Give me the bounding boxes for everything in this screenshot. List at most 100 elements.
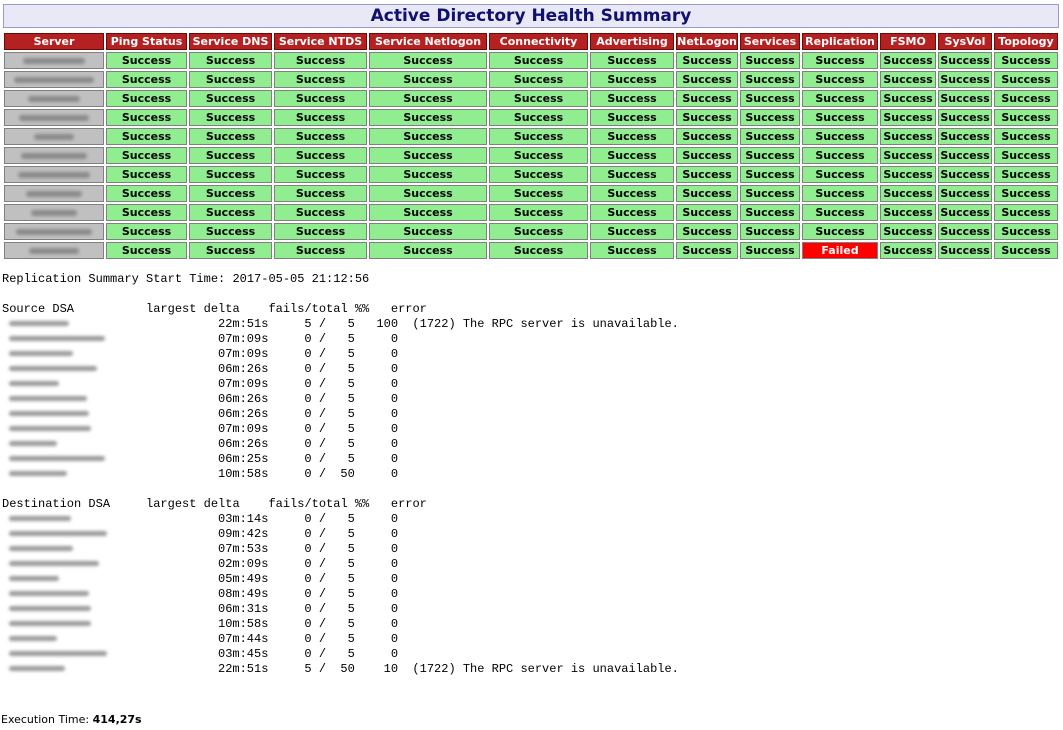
status-cell: Success xyxy=(274,204,367,221)
status-cell: Success xyxy=(802,185,878,202)
status-cell: Success xyxy=(994,109,1058,126)
replication-values: 09m:42s 0 / 5 0 xyxy=(218,527,399,541)
status-cell: Success xyxy=(274,147,367,164)
replication-row: 09m:42s 0 / 5 0 xyxy=(2,527,679,542)
dsa-name-redacted xyxy=(2,647,218,662)
column-header-advertising: Advertising xyxy=(590,33,674,50)
replication-row: 07m:53s 0 / 5 0 xyxy=(2,542,679,557)
status-cell: Success xyxy=(994,71,1058,88)
replication-values: 08m:49s 0 / 5 0 xyxy=(218,587,399,601)
status-cell: Success xyxy=(740,204,800,221)
server-name-redacted xyxy=(4,128,104,145)
status-cell: Success xyxy=(938,109,992,126)
replication-header: Source DSA largest delta fails/total %% … xyxy=(2,302,427,316)
dsa-name-redacted xyxy=(2,437,218,452)
server-name-redacted xyxy=(4,204,104,221)
replication-row: 03m:14s 0 / 5 0 xyxy=(2,512,679,527)
status-cell: Success xyxy=(676,242,738,259)
server-name-redacted xyxy=(4,242,104,259)
status-cell: Success xyxy=(802,52,878,69)
status-cell: Success xyxy=(489,223,588,240)
status-cell: Success xyxy=(938,128,992,145)
server-name-redacted xyxy=(4,71,104,88)
status-cell: Success xyxy=(189,147,272,164)
dsa-name-redacted xyxy=(2,377,218,392)
replication-row: 10m:58s 0 / 50 0 xyxy=(2,467,679,482)
replication-values: 06m:31s 0 / 5 0 xyxy=(218,602,399,616)
execution-time: Execution Time: 414,27s xyxy=(1,713,142,726)
replication-row: 06m:26s 0 / 5 0 xyxy=(2,437,679,452)
status-cell: Success xyxy=(590,204,674,221)
replication-row: 03m:45s 0 / 5 0 xyxy=(2,647,679,662)
status-cell: Success xyxy=(274,185,367,202)
status-cell: Success xyxy=(740,71,800,88)
replication-values: 07m:44s 0 / 5 0 xyxy=(218,632,399,646)
status-cell: Success xyxy=(106,166,187,183)
status-cell: Success xyxy=(189,71,272,88)
replication-row: 06m:31s 0 / 5 0 xyxy=(2,602,679,617)
replication-values: 07m:09s 0 / 5 0 xyxy=(218,377,399,391)
replication-row: 22m:51s 5 / 5 100 (1722) The RPC server … xyxy=(2,317,679,332)
dsa-name-redacted xyxy=(2,572,218,587)
replication-values: 07m:09s 0 / 5 0 xyxy=(218,332,399,346)
replication-header: Destination DSA largest delta fails/tota… xyxy=(2,497,427,511)
dsa-name-redacted xyxy=(2,512,218,527)
status-cell: Success xyxy=(880,242,936,259)
status-cell: Success xyxy=(590,90,674,107)
replication-values: 06m:26s 0 / 5 0 xyxy=(218,362,399,376)
column-header-ping-status: Ping Status xyxy=(106,33,187,50)
dsa-name-redacted xyxy=(2,392,218,407)
status-cell: Success xyxy=(274,71,367,88)
replication-values: 03m:14s 0 / 5 0 xyxy=(218,512,399,526)
replication-row: 07m:09s 0 / 5 0 xyxy=(2,332,679,347)
report-title: Active Directory Health Summary xyxy=(3,4,1059,28)
table-row: Success Success Success Success Success Succe… xyxy=(4,204,1058,221)
status-cell: Success xyxy=(274,109,367,126)
column-header-netlogon: NetLogon xyxy=(676,33,738,50)
replication-row: 06m:26s 0 / 5 0 xyxy=(2,392,679,407)
replication-values: 06m:25s 0 / 5 0 xyxy=(218,452,399,466)
replication-values: 06m:26s 0 / 5 0 xyxy=(218,437,399,451)
status-cell: Success xyxy=(802,71,878,88)
replication-values: 07m:09s 0 / 5 0 xyxy=(218,347,399,361)
status-cell: Success xyxy=(106,90,187,107)
server-name-redacted xyxy=(4,147,104,164)
status-cell: Success xyxy=(189,204,272,221)
status-cell: Success xyxy=(740,128,800,145)
status-cell: Success xyxy=(590,52,674,69)
column-header-replication: Replication xyxy=(802,33,878,50)
column-header-service-ntds: Service NTDS xyxy=(274,33,367,50)
status-cell: Success xyxy=(489,71,588,88)
status-cell: Success xyxy=(676,52,738,69)
table-row: Success Success Success Success Success Succe… xyxy=(4,71,1058,88)
dsa-name-redacted xyxy=(2,452,218,467)
status-cell: Success xyxy=(676,90,738,107)
status-cell: Success xyxy=(189,166,272,183)
dsa-name-redacted xyxy=(2,542,218,557)
column-header-connectivity: Connectivity xyxy=(489,33,588,50)
status-cell: Success xyxy=(489,185,588,202)
status-cell: Success xyxy=(994,185,1058,202)
status-cell: Success xyxy=(274,166,367,183)
status-cell: Success xyxy=(489,90,588,107)
replication-values: 22m:51s 5 / 50 10 (1722) The RPC server … xyxy=(218,662,679,676)
status-cell: Success xyxy=(369,147,487,164)
status-cell: Success xyxy=(189,128,272,145)
status-cell: Success xyxy=(106,128,187,145)
dsa-name-redacted xyxy=(2,617,218,632)
status-cell: Success xyxy=(590,223,674,240)
table-row: Success Success Success Success Success Succe… xyxy=(4,52,1058,69)
status-cell: Success xyxy=(802,223,878,240)
status-cell: Success xyxy=(740,147,800,164)
status-cell: Success xyxy=(274,223,367,240)
dsa-name-redacted xyxy=(2,527,218,542)
dsa-name-redacted xyxy=(2,632,218,647)
column-header-service-dns: Service DNS xyxy=(189,33,272,50)
status-cell: Success xyxy=(880,185,936,202)
status-cell: Success xyxy=(106,71,187,88)
status-cell: Success xyxy=(880,52,936,69)
dsa-name-redacted xyxy=(2,422,218,437)
status-cell: Success xyxy=(880,147,936,164)
status-cell: Success xyxy=(274,52,367,69)
status-cell: Success xyxy=(489,242,588,259)
